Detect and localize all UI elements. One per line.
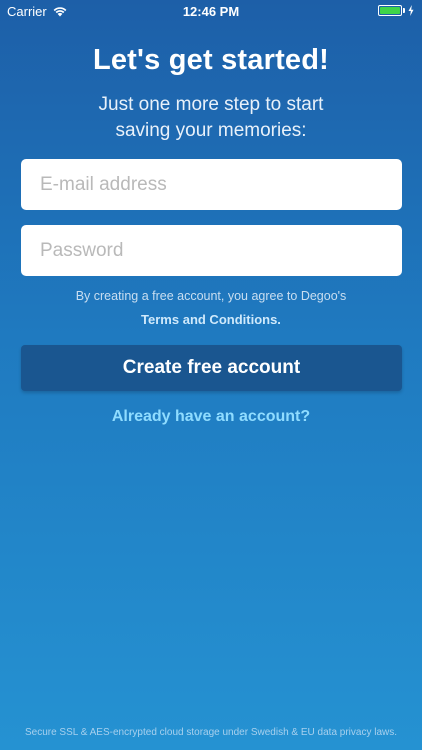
security-notice: Secure SSL & AES-encrypted cloud storage… <box>24 727 398 738</box>
password-field[interactable] <box>21 225 402 276</box>
battery-icon <box>378 5 402 16</box>
page-subtitle: Just one more step to start saving your … <box>0 92 422 144</box>
terms-agreement-text: By creating a free account, you agree to… <box>75 289 347 303</box>
status-bar: Carrier 12:46 PM <box>0 0 422 22</box>
subtitle-line-1: Just one more step to start <box>98 94 324 115</box>
login-link[interactable]: Already have an account? <box>0 408 422 426</box>
subtitle-line-2: saving your memories: <box>115 120 307 141</box>
battery-tip <box>403 8 405 13</box>
email-field[interactable] <box>21 159 402 210</box>
create-account-button[interactable]: Create free account <box>21 345 402 391</box>
battery-fill <box>380 7 400 14</box>
clock: 12:46 PM <box>182 4 240 19</box>
battery-indicator <box>378 5 414 16</box>
charging-bolt-icon <box>408 5 414 16</box>
terms-link[interactable]: Terms and Conditions. <box>0 312 422 327</box>
page-title: Let's get started! <box>92 44 330 76</box>
